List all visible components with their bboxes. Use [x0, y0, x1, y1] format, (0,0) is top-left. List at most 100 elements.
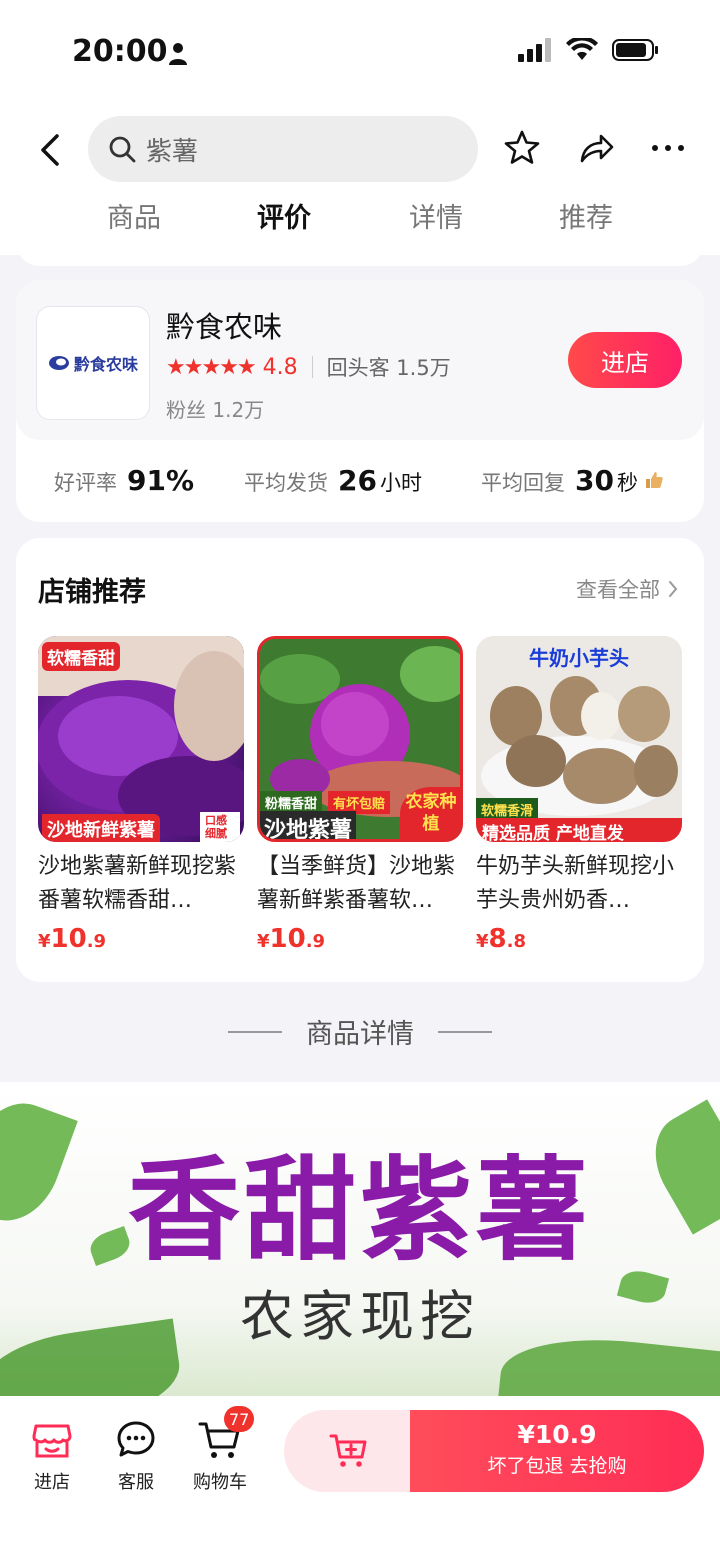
signal-icon	[518, 38, 551, 62]
more-dots-icon	[652, 145, 684, 151]
store-recommend-card: 店铺推荐 查看全部 软糯香甜 沙地新鲜紫薯 口感细腻 沙地紫薯新鲜现挖紫番薯软糯…	[16, 538, 704, 982]
product-card[interactable]: 软糯香甜 沙地新鲜紫薯 口感细腻 沙地紫薯新鲜现挖紫番薯软糯香甜… ¥10.9	[38, 636, 244, 954]
status-time: 20:00	[72, 34, 168, 69]
chevron-left-icon	[41, 134, 59, 166]
stat-label: 好评率	[54, 471, 117, 495]
rating-stars-icon: ★★★★★	[166, 354, 257, 380]
view-all-label: 查看全部	[576, 578, 660, 602]
currency-symbol: ¥	[257, 931, 270, 952]
person-icon	[169, 43, 187, 65]
banner-title: 香甜紫薯	[128, 1145, 592, 1276]
shop-fans: 粉丝 1.2万	[166, 398, 265, 422]
shop-stats: 好评率 91% 平均发货 26 小时 平均回复 30 秒	[16, 464, 704, 504]
tab-products[interactable]: 商品	[74, 196, 194, 235]
product-card[interactable]: 牛奶小芋头 软糯香滑 精选品质 产地直发 牛奶芋头新鲜现挖小芋头贵州奶香… ¥8…	[476, 636, 682, 954]
star-icon	[504, 130, 540, 164]
shop-card: 黔食农味 黔食农味 ★★★★★ 4.8 回头客 1.5万 粉丝 1.2万 进店 …	[16, 280, 704, 522]
price-decimal: .8	[506, 931, 526, 952]
product-tag: 精选品质 产地直发	[476, 818, 682, 842]
product-detail-title: 商品详情	[306, 1019, 414, 1050]
stat-label: 平均回复	[481, 471, 565, 495]
shop-rating-row: ★★★★★ 4.8 回头客 1.5万	[166, 352, 451, 382]
search-query: 紫薯	[146, 136, 199, 167]
cart-count-badge: 77	[224, 1406, 255, 1432]
shop-logo-mark-icon	[48, 356, 69, 370]
add-to-cart-icon	[329, 1434, 367, 1467]
product-tag: 沙地新鲜紫薯	[42, 814, 160, 842]
product-name[interactable]: 沙地紫薯新鲜现挖紫番薯软糯香甜…	[38, 850, 244, 918]
shop-info: 黔食农味 黔食农味 ★★★★★ 4.8 回头客 1.5万 粉丝 1.2万 进店	[16, 280, 704, 440]
buy-now-button[interactable]: ¥10.9 坏了包退 去抢购	[410, 1410, 704, 1492]
more-button[interactable]	[648, 128, 688, 168]
currency-symbol: ¥	[476, 931, 489, 952]
search-icon	[109, 136, 136, 163]
thumbs-up-icon	[645, 472, 663, 488]
product-name[interactable]: 【当季鲜货】沙地紫薯新鲜紫番薯软…	[257, 850, 463, 918]
product-tag: 口感细腻	[200, 812, 240, 842]
price-integer: 10	[269, 924, 306, 954]
product-tag: 软糯香甜	[42, 642, 120, 671]
product-image-milk-taro[interactable]: 牛奶小芋头 软糯香滑 精选品质 产地直发	[476, 636, 682, 842]
stat-value: 91%	[127, 464, 195, 497]
cart-button[interactable]: 77 购物车	[180, 1406, 260, 1494]
back-button[interactable]	[30, 130, 70, 170]
tab-reviews[interactable]: 评价	[224, 196, 344, 235]
product-price: ¥10.9	[257, 924, 463, 954]
stat-avg-shipping: 平均发货 26 小时	[244, 464, 422, 497]
product-card[interactable]: 粉糯香甜 有坏包赔 沙地紫薯 农家种植 【当季鲜货】沙地紫薯新鲜紫番薯软… ¥1…	[257, 636, 463, 954]
product-tag: 农家种植	[400, 787, 460, 839]
previous-card-edge	[16, 240, 704, 266]
price-decimal: .9	[305, 931, 326, 952]
stat-unit: 小时	[379, 471, 422, 495]
product-price: ¥10.9	[38, 924, 244, 954]
top-header: 紫薯 商品 评价 详情 推荐	[0, 100, 720, 255]
stat-label: 平均发货	[244, 471, 328, 495]
customer-service-label: 客服	[118, 1472, 154, 1493]
status-bar: 20:00	[0, 0, 720, 100]
stat-avg-reply: 平均回复 30 秒	[481, 464, 664, 497]
divider-line	[438, 1030, 492, 1033]
banner-subtitle: 农家现挖	[240, 1285, 480, 1348]
price-integer: 10	[50, 924, 87, 954]
share-icon	[580, 134, 614, 163]
bottom-action-bar: 进店 客服 77 购物车 ¥10.9 坏了包退 去抢购	[0, 1396, 720, 1560]
shop-tab-button[interactable]: 进店	[12, 1418, 92, 1494]
product-image-sandy-purple-potato[interactable]: 粉糯香甜 有坏包赔 沙地紫薯 农家种植	[257, 636, 463, 842]
share-button[interactable]	[576, 128, 616, 168]
rating-score: 4.8	[262, 354, 298, 380]
currency-symbol: ¥	[38, 931, 51, 952]
product-image-purple-sweet-potato[interactable]: 软糯香甜 沙地新鲜紫薯 口感细腻	[38, 636, 244, 842]
store-icon	[32, 1424, 72, 1458]
favorite-button[interactable]	[502, 128, 542, 168]
stat-unit: 秒	[616, 471, 638, 495]
product-tag: 牛奶小芋头	[529, 646, 629, 670]
wifi-icon	[566, 38, 598, 60]
stat-value: 30	[575, 464, 614, 497]
add-to-cart-button[interactable]	[284, 1410, 414, 1492]
product-detail-divider: 商品详情	[0, 1012, 720, 1051]
shop-tab-label: 进店	[34, 1472, 70, 1493]
buy-label: 坏了包退 去抢购	[487, 1455, 627, 1477]
chat-bubble-icon	[117, 1421, 155, 1457]
shop-name[interactable]: 黔食农味	[166, 304, 282, 346]
view-all-link[interactable]: 查看全部	[576, 574, 678, 604]
stat-value: 26	[338, 464, 377, 497]
product-name[interactable]: 牛奶芋头新鲜现挖小芋头贵州奶香…	[476, 850, 682, 918]
stat-good-rate: 好评率 91%	[54, 464, 194, 497]
tab-details[interactable]: 详情	[376, 196, 496, 235]
store-recommend-title: 店铺推荐	[38, 577, 146, 608]
enter-shop-button[interactable]: 进店	[568, 332, 682, 388]
divider	[311, 356, 313, 378]
product-price: ¥8.8	[476, 924, 682, 954]
repeat-customers: 回头客 1.5万	[326, 356, 451, 380]
price-decimal: .9	[86, 931, 107, 952]
divider-line	[228, 1030, 282, 1033]
detail-banner-image: 香甜紫薯 农家现挖	[0, 1082, 720, 1396]
customer-service-button[interactable]: 客服	[96, 1418, 176, 1494]
shop-logo[interactable]: 黔食农味	[36, 306, 150, 420]
price-integer: 8	[488, 924, 507, 954]
chevron-right-icon	[669, 581, 678, 597]
cart-label: 购物车	[193, 1472, 247, 1493]
tab-recommend[interactable]: 推荐	[526, 196, 646, 235]
search-bar[interactable]: 紫薯	[88, 116, 478, 182]
